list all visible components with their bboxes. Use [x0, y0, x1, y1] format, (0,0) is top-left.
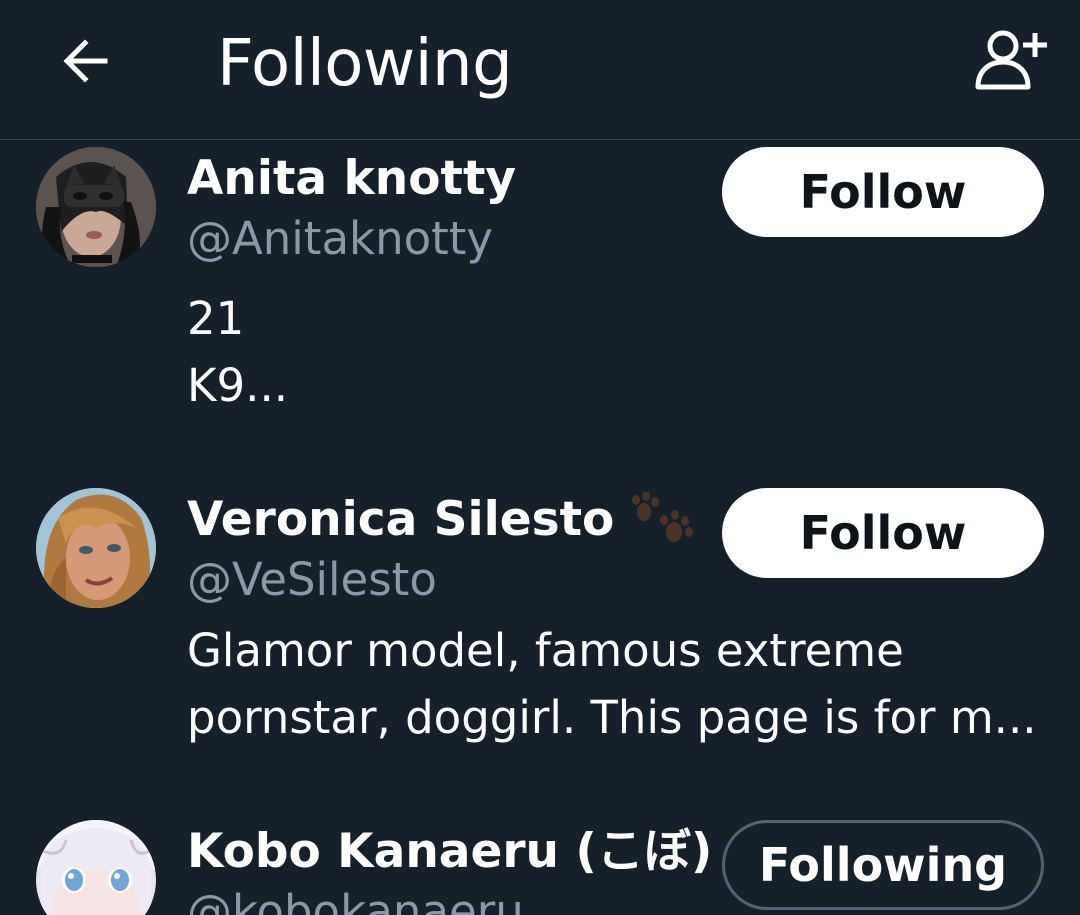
avatar-image: [36, 147, 156, 267]
following-button[interactable]: Following: [722, 820, 1044, 910]
display-name-text: Veronica Silesto: [187, 492, 615, 547]
follow-button[interactable]: Follow: [722, 488, 1044, 578]
follow-button[interactable]: Follow: [722, 147, 1044, 237]
bio-line: pornstar, doggirl. This page is for m...: [187, 691, 1037, 744]
person-add-icon: [975, 30, 1047, 90]
avatar-image: [36, 488, 156, 608]
following-screen: Following Anita knotty @Anitaknotty 21 K…: [0, 0, 1080, 915]
bio-line: K9...: [187, 359, 289, 412]
top-bar: Following: [0, 0, 1080, 140]
username-handle[interactable]: @VeSilesto: [187, 552, 437, 608]
add-user-button[interactable]: [966, 20, 1056, 100]
list-item[interactable]: Anita knotty @Anitaknotty 21 K9... Follo…: [0, 147, 1080, 447]
page-title: Following: [217, 27, 513, 101]
paw-prints-icon: [632, 492, 694, 542]
list-item[interactable]: Veronica Silesto @VeSilesto Glamor model…: [0, 488, 1080, 788]
bio-line: 21: [187, 292, 245, 345]
back-button[interactable]: [50, 26, 120, 96]
avatar[interactable]: [36, 488, 156, 608]
bio-line: Glamor model, famous extreme: [187, 624, 904, 677]
display-name[interactable]: Anita knotty: [187, 151, 516, 207]
avatar[interactable]: [36, 147, 156, 267]
avatar-image: [36, 820, 156, 915]
avatar[interactable]: [36, 820, 156, 915]
display-name[interactable]: Kobo Kanaeru (こぼ): [187, 824, 712, 880]
username-handle[interactable]: @kobokanaeru: [187, 884, 524, 915]
display-name[interactable]: Veronica Silesto: [187, 492, 698, 548]
arrow-left-icon: [63, 39, 108, 83]
username-handle[interactable]: @Anitaknotty: [187, 211, 493, 267]
list-item[interactable]: Kobo Kanaeru (こぼ) @kobokanaeru Following: [0, 820, 1080, 915]
